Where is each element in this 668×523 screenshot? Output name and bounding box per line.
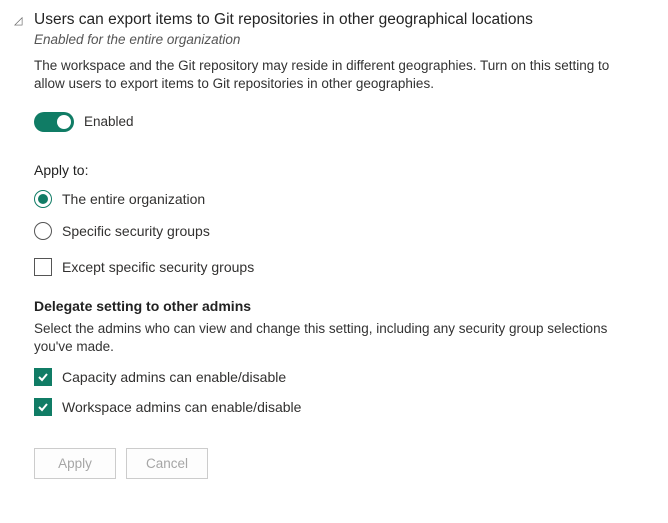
delegate-description: Select the admins who can view and chang… xyxy=(34,320,634,356)
apply-button[interactable]: Apply xyxy=(34,448,116,479)
checkbox-label: Capacity admins can enable/disable xyxy=(62,369,286,385)
checkbox-workspace-admins[interactable]: Workspace admins can enable/disable xyxy=(34,398,648,416)
radio-label: Specific security groups xyxy=(62,223,210,239)
radio-icon xyxy=(34,190,52,208)
checkbox-icon xyxy=(34,258,52,276)
toggle-label: Enabled xyxy=(84,114,134,129)
radio-label: The entire organization xyxy=(62,191,205,207)
radio-entire-org[interactable]: The entire organization xyxy=(34,190,648,208)
enabled-toggle[interactable] xyxy=(34,112,74,132)
setting-title: Users can export items to Git repositori… xyxy=(34,10,648,30)
cancel-button[interactable]: Cancel xyxy=(126,448,208,479)
delegate-title: Delegate setting to other admins xyxy=(34,298,648,314)
apply-to-title: Apply to: xyxy=(34,162,648,178)
setting-subtitle: Enabled for the entire organization xyxy=(34,32,648,47)
checkbox-capacity-admins[interactable]: Capacity admins can enable/disable xyxy=(34,368,648,386)
checkbox-icon xyxy=(34,368,52,386)
radio-icon xyxy=(34,222,52,240)
radio-specific-groups[interactable]: Specific security groups xyxy=(34,222,648,240)
checkbox-label: Workspace admins can enable/disable xyxy=(62,399,301,415)
checkbox-except-groups[interactable]: Except specific security groups xyxy=(34,258,648,276)
checkbox-label: Except specific security groups xyxy=(62,259,254,275)
checkbox-icon xyxy=(34,398,52,416)
setting-description: The workspace and the Git repository may… xyxy=(34,57,634,93)
collapse-icon[interactable]: ◿ xyxy=(14,14,26,27)
